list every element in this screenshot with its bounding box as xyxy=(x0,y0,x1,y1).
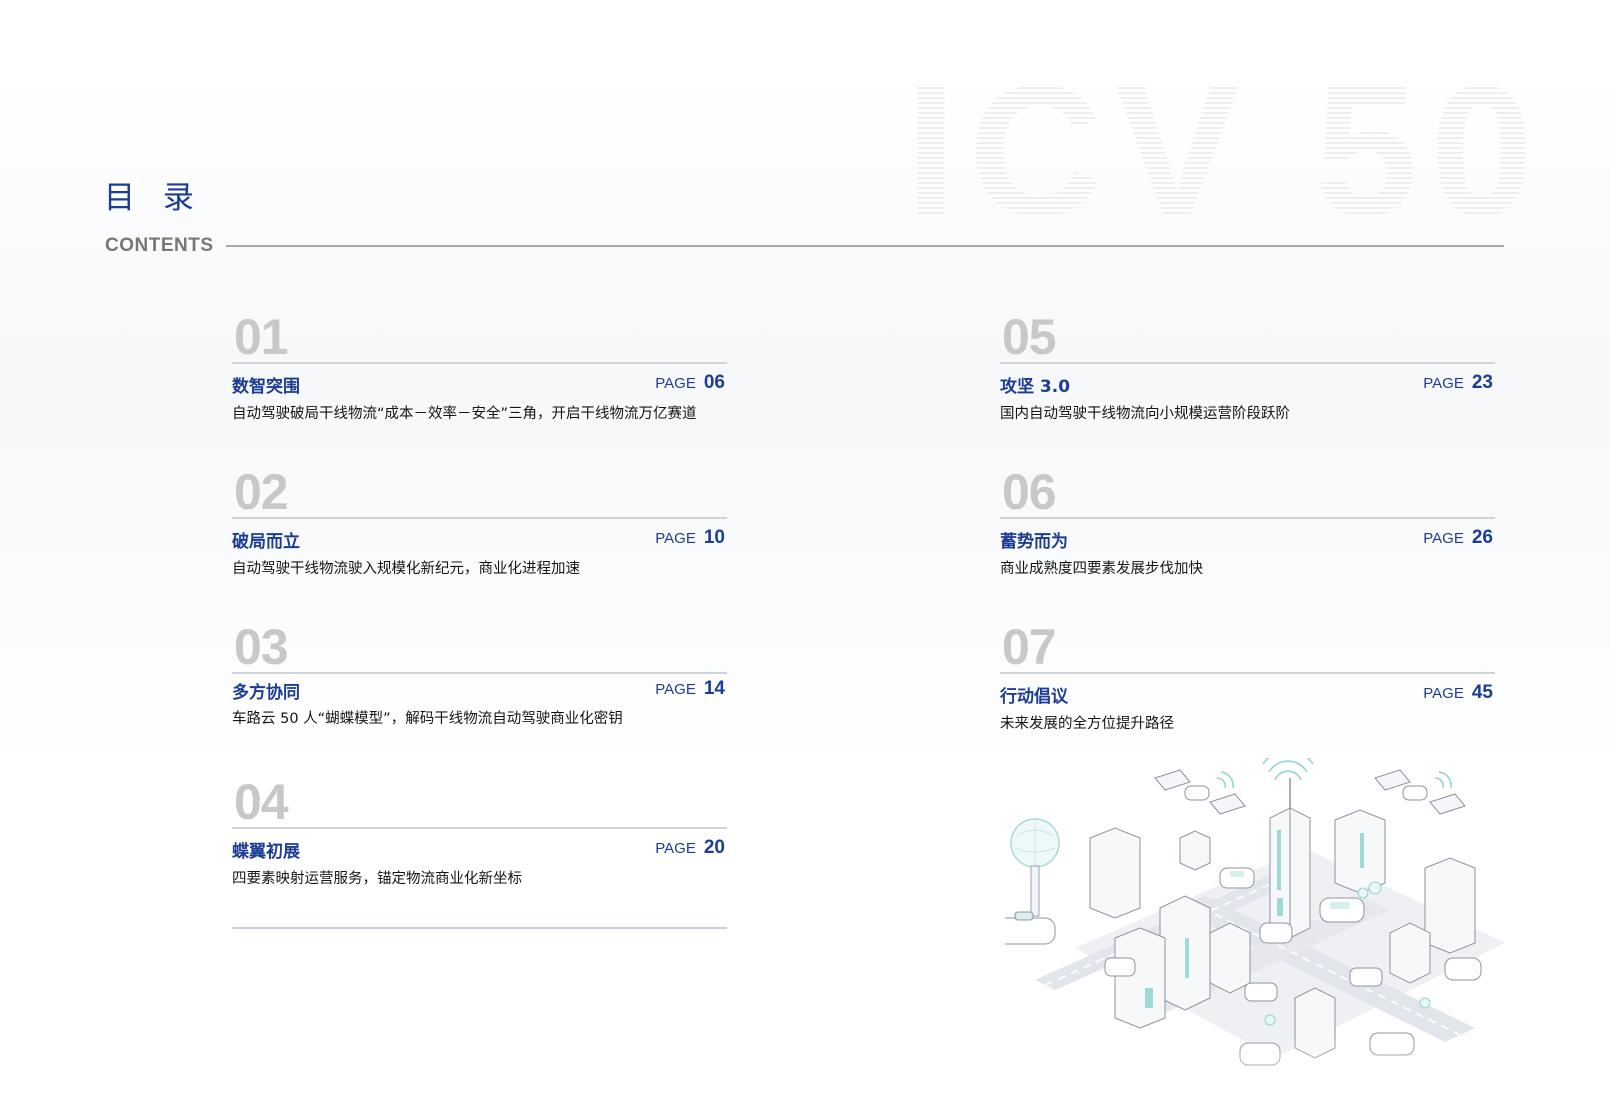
entry-divider xyxy=(232,362,727,364)
title-divider xyxy=(226,245,1504,247)
entry-divider xyxy=(1000,517,1495,519)
entry-page-ref[interactable]: PAGE 45 xyxy=(1423,682,1493,704)
entry-divider xyxy=(232,672,727,674)
entry-page-ref[interactable]: PAGE 14 xyxy=(655,678,725,700)
page-label: PAGE xyxy=(1423,685,1464,702)
entry-number: 03 xyxy=(234,619,289,675)
page-number: 23 xyxy=(1471,372,1493,393)
page-label: PAGE xyxy=(655,840,696,857)
entry-page-ref[interactable]: PAGE 20 xyxy=(655,837,725,859)
entry-title[interactable]: 蓄势而为 xyxy=(1000,527,1068,552)
page-label: PAGE xyxy=(1423,375,1464,392)
entry-divider xyxy=(1000,362,1495,364)
toc-entry-05[interactable]: 05 攻坚 3.0 PAGE 23 国内自动驾驶干线物流向小规模运营阶段跃阶 xyxy=(1000,312,1495,432)
entry-number: 01 xyxy=(234,309,289,365)
toc-entry-02[interactable]: 02 破局而立 PAGE 10 自动驾驶干线物流驶入规模化新纪元，商业化进程加速 xyxy=(232,467,727,587)
entry-page-ref[interactable]: PAGE 26 xyxy=(1423,527,1493,549)
entry-description: 国内自动驾驶干线物流向小规模运营阶段跃阶 xyxy=(1000,406,1290,422)
toc-entry-04[interactable]: 04 蝶翼初展 PAGE 20 四要素映射运营服务，锚定物流商业化新坐标 xyxy=(232,777,727,897)
entry-title[interactable]: 多方协同 xyxy=(232,678,300,703)
entry-title[interactable]: 蝶翼初展 xyxy=(232,837,300,862)
entry-number: 04 xyxy=(234,774,289,830)
page-number: 10 xyxy=(703,527,725,548)
page-number: 45 xyxy=(1471,682,1493,703)
page-title: 目 录 xyxy=(104,180,203,216)
smart-city-illustration-icon xyxy=(992,749,1510,1088)
entry-divider xyxy=(1000,672,1495,674)
page-number: 20 xyxy=(703,837,725,858)
toc-entry-01[interactable]: 01 数智突围 PAGE 06 自动驾驶破局干线物流“成本－效率－安全”三角，开… xyxy=(232,312,727,432)
entry-divider xyxy=(232,827,727,829)
entry-number: 02 xyxy=(234,464,289,520)
toc-entry-06[interactable]: 06 蓄势而为 PAGE 26 商业成熟度四要素发展步伐加快 xyxy=(1000,467,1495,587)
entry-number: 05 xyxy=(1002,309,1057,365)
page-label: PAGE xyxy=(1423,530,1464,547)
toc-entry-03[interactable]: 03 多方协同 PAGE 14 车路云 50 人“蝴蝶模型”，解码干线物流自动驾… xyxy=(232,622,727,742)
entry-number: 07 xyxy=(1002,619,1057,675)
entry-description: 未来发展的全方位提升路径 xyxy=(1000,716,1174,732)
page-subtitle: CONTENTS xyxy=(105,235,214,256)
toc-entry-07[interactable]: 07 行动倡议 PAGE 45 未来发展的全方位提升路径 xyxy=(1000,622,1495,742)
entry-title[interactable]: 攻坚 3.0 xyxy=(1000,372,1070,397)
entry-description: 自动驾驶干线物流驶入规模化新纪元，商业化进程加速 xyxy=(232,561,580,577)
entry-description: 商业成熟度四要素发展步伐加快 xyxy=(1000,561,1203,577)
entry-number: 06 xyxy=(1002,464,1057,520)
entry-title[interactable]: 数智突围 xyxy=(232,372,300,397)
list-end-divider xyxy=(232,927,727,929)
page-label: PAGE xyxy=(655,681,696,698)
entry-page-ref[interactable]: PAGE 06 xyxy=(655,372,725,394)
entry-divider xyxy=(232,517,727,519)
entry-page-ref[interactable]: PAGE 23 xyxy=(1423,372,1493,394)
entry-description: 车路云 50 人“蝴蝶模型”，解码干线物流自动驾驶商业化密钥 xyxy=(232,711,623,727)
entry-page-ref[interactable]: PAGE 10 xyxy=(655,527,725,549)
page-number: 26 xyxy=(1471,527,1493,548)
page-number: 14 xyxy=(703,678,725,699)
entry-description: 自动驾驶破局干线物流“成本－效率－安全”三角，开启干线物流万亿赛道 xyxy=(232,406,697,422)
entry-description: 四要素映射运营服务，锚定物流商业化新坐标 xyxy=(232,871,522,887)
page-number: 06 xyxy=(703,372,725,393)
entry-title[interactable]: 破局而立 xyxy=(232,527,300,552)
page-label: PAGE xyxy=(655,375,696,392)
icv50-watermark: ICV 50 xyxy=(905,52,1525,252)
entry-title[interactable]: 行动倡议 xyxy=(1000,682,1068,707)
page-label: PAGE xyxy=(655,530,696,547)
